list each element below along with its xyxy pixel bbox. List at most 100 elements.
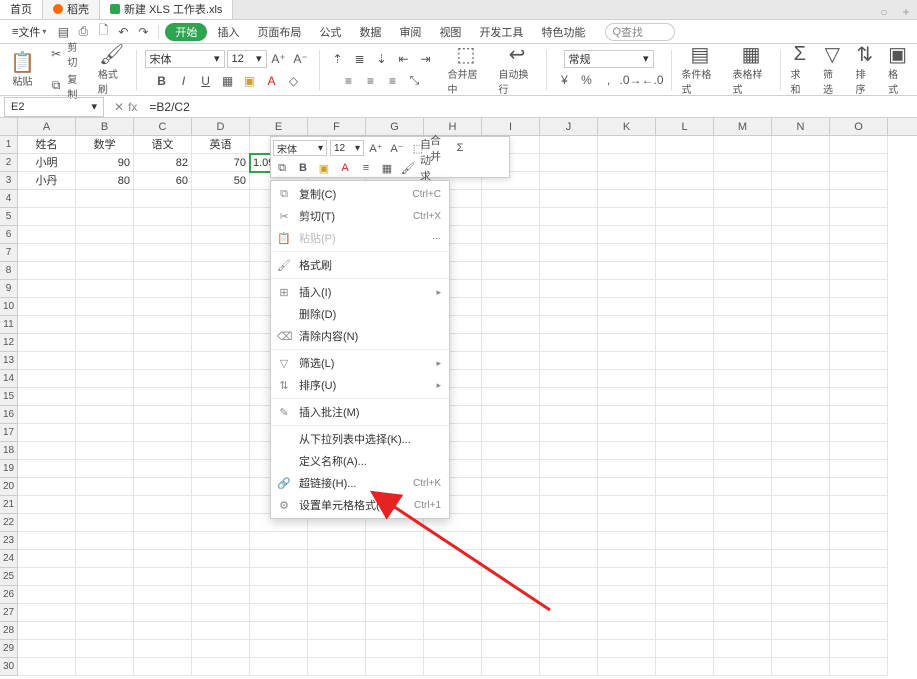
cell[interactable] <box>714 244 772 262</box>
tab-home[interactable]: 首页 <box>0 0 43 19</box>
cell[interactable] <box>830 406 888 424</box>
cell[interactable] <box>830 370 888 388</box>
cell[interactable] <box>598 568 656 586</box>
underline-icon[interactable]: U <box>196 71 216 91</box>
row-5[interactable]: 5 <box>0 208 17 226</box>
mini-sum-icon[interactable]: Σ <box>451 139 469 157</box>
cell[interactable] <box>192 622 250 640</box>
cell[interactable] <box>714 172 772 190</box>
cell[interactable] <box>482 568 540 586</box>
row-12[interactable]: 12 <box>0 334 17 352</box>
cell[interactable] <box>192 190 250 208</box>
clear-format-icon[interactable]: ◇ <box>284 71 304 91</box>
cell[interactable] <box>250 586 308 604</box>
cell[interactable] <box>830 352 888 370</box>
row-23[interactable]: 23 <box>0 532 17 550</box>
ctx-clear[interactable]: ⌫清除内容(N) <box>271 325 449 347</box>
cell[interactable] <box>656 334 714 352</box>
cell[interactable] <box>482 586 540 604</box>
cell[interactable] <box>772 586 830 604</box>
cell[interactable] <box>76 460 134 478</box>
cell[interactable] <box>656 442 714 460</box>
cell[interactable] <box>76 550 134 568</box>
cell[interactable] <box>772 532 830 550</box>
cell[interactable] <box>714 370 772 388</box>
cell[interactable] <box>250 640 308 658</box>
row-2[interactable]: 2 <box>0 154 17 172</box>
row-21[interactable]: 21 <box>0 496 17 514</box>
cell[interactable] <box>134 568 192 586</box>
cell[interactable] <box>192 550 250 568</box>
cell[interactable] <box>308 586 366 604</box>
cell[interactable] <box>250 550 308 568</box>
cell[interactable] <box>192 388 250 406</box>
cell[interactable] <box>192 640 250 658</box>
ctx-define-name[interactable]: 定义名称(A)... <box>271 450 449 472</box>
cell[interactable] <box>540 262 598 280</box>
cell[interactable] <box>18 388 76 406</box>
cell[interactable] <box>772 424 830 442</box>
cell[interactable] <box>714 136 772 154</box>
cell[interactable] <box>192 352 250 370</box>
cell[interactable] <box>540 424 598 442</box>
mini-fill-color-icon[interactable]: ▣ <box>315 159 333 177</box>
cell[interactable] <box>18 244 76 262</box>
cell[interactable] <box>772 550 830 568</box>
filter-button[interactable]: ▽筛选 <box>817 48 848 92</box>
undo-icon[interactable]: ↶ <box>114 23 132 41</box>
cell[interactable] <box>656 604 714 622</box>
cell[interactable] <box>830 568 888 586</box>
cell[interactable] <box>134 316 192 334</box>
cell[interactable] <box>772 406 830 424</box>
row-22[interactable]: 22 <box>0 514 17 532</box>
cell[interactable] <box>540 316 598 334</box>
cell[interactable] <box>714 388 772 406</box>
cell[interactable] <box>656 586 714 604</box>
cell[interactable] <box>134 244 192 262</box>
cell[interactable] <box>366 568 424 586</box>
cell[interactable] <box>598 604 656 622</box>
cell[interactable] <box>192 424 250 442</box>
cell[interactable] <box>772 460 830 478</box>
row-13[interactable]: 13 <box>0 352 17 370</box>
mini-copy-icon[interactable]: ⧉ <box>273 159 291 177</box>
cell[interactable] <box>76 514 134 532</box>
cell[interactable] <box>656 406 714 424</box>
cell[interactable] <box>714 586 772 604</box>
cell[interactable] <box>134 208 192 226</box>
cell[interactable] <box>830 532 888 550</box>
cell[interactable] <box>18 478 76 496</box>
cell[interactable] <box>772 640 830 658</box>
cell[interactable] <box>134 334 192 352</box>
cell[interactable] <box>134 622 192 640</box>
cell[interactable] <box>76 280 134 298</box>
cell[interactable]: 姓名 <box>18 136 76 154</box>
cell[interactable] <box>656 136 714 154</box>
align-center-icon[interactable]: ≡ <box>360 71 380 91</box>
cell[interactable] <box>192 568 250 586</box>
cell[interactable] <box>540 658 598 676</box>
ctx-comment[interactable]: ✎插入批注(M) <box>271 401 449 423</box>
cell[interactable] <box>308 550 366 568</box>
cell[interactable] <box>366 586 424 604</box>
row-28[interactable]: 28 <box>0 622 17 640</box>
cell[interactable] <box>424 532 482 550</box>
cell[interactable] <box>772 298 830 316</box>
cell[interactable] <box>598 244 656 262</box>
mini-font-color-icon[interactable]: A <box>336 159 354 177</box>
row-17[interactable]: 17 <box>0 424 17 442</box>
cell[interactable] <box>76 388 134 406</box>
cell[interactable] <box>830 298 888 316</box>
cell[interactable]: 小丹 <box>18 172 76 190</box>
cell[interactable] <box>714 208 772 226</box>
cell[interactable] <box>134 424 192 442</box>
increase-font-icon[interactable]: A⁺ <box>269 49 289 69</box>
cell[interactable] <box>18 568 76 586</box>
cell[interactable] <box>656 640 714 658</box>
cell[interactable] <box>192 262 250 280</box>
mini-bold-icon[interactable]: B <box>294 159 312 177</box>
cell[interactable] <box>482 622 540 640</box>
table-style-button[interactable]: ▦表格样式 <box>727 48 776 92</box>
cell[interactable] <box>714 622 772 640</box>
align-bottom-icon[interactable]: ⇣ <box>371 49 391 69</box>
